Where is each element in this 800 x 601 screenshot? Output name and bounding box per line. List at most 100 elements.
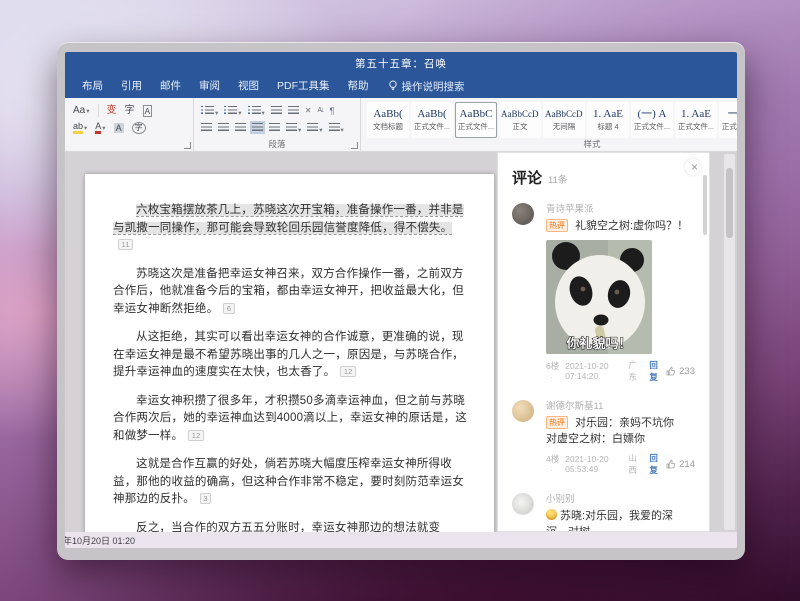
reply-button[interactable]: 回复 [649, 452, 662, 476]
avatar[interactable] [512, 493, 534, 515]
like-button[interactable]: 233 [666, 366, 695, 377]
comment-item: 小别别 苏晓:对乐园，我爱的深沉，对树， 老子管你多少负信誉度 11楼 2022… [498, 484, 709, 532]
smiley-emoji-icon [546, 509, 557, 520]
thumbs-up-icon [666, 366, 676, 376]
multilevel-list-icon[interactable] [247, 102, 266, 119]
avatar[interactable] [512, 203, 534, 225]
tab-view[interactable]: 视图 [229, 74, 268, 98]
style-card[interactable]: 1. AaE正式文件... [675, 102, 717, 138]
tab-help[interactable]: 帮助 [339, 74, 378, 98]
avatar[interactable] [512, 400, 534, 422]
ribbon: Aa 变 字 A ab A A 字 [65, 98, 737, 152]
commented-text: 六枚宝箱摆放茶几上，苏晓这次开宝箱，准备操作一番，并非是与凯撒一同操作，那可能会… [113, 204, 464, 234]
style-card-selected[interactable]: AaBbC正式文件... [455, 102, 497, 138]
window-scrollbar[interactable] [724, 154, 735, 530]
tab-layout[interactable]: 布局 [73, 74, 112, 98]
line-spacing-icon[interactable] [285, 119, 302, 136]
tell-me-search[interactable]: 操作说明搜索 [388, 79, 465, 94]
comment-count-badge[interactable]: 11 [118, 239, 133, 250]
sort-icon[interactable] [317, 106, 325, 115]
comment-item: 谢德尔斯基11 热评 对乐园：亲妈不坑你 对虚空之树：白嫖你 4楼 2021-1… [498, 391, 709, 484]
scrollbar-thumb[interactable] [726, 168, 733, 238]
phonetic-guide-icon[interactable]: 变 [105, 105, 119, 117]
hot-badge: 热评 [546, 219, 568, 232]
bullet-list-icon[interactable] [200, 102, 219, 119]
increase-indent-icon[interactable] [287, 105, 300, 116]
comment-text: 礼貌空之树:虚你吗？！ [575, 220, 688, 232]
tab-review[interactable]: 审阅 [190, 74, 229, 98]
comment-time: 2021-10-20 07:14:20 [565, 361, 624, 381]
justify-icon[interactable] [251, 122, 264, 133]
like-button[interactable]: 214 [666, 459, 695, 470]
borders-icon[interactable] [328, 119, 345, 136]
font-color-icon[interactable]: A [93, 120, 107, 135]
paragraph-dialog-launcher[interactable] [351, 142, 358, 149]
ribbon-tabs: 布局 引用 邮件 审阅 视图 PDF工具集 帮助 操作说明搜索 [65, 74, 737, 98]
comment-count-badge[interactable]: 12 [188, 430, 204, 441]
change-case-button[interactable]: Aa [71, 104, 92, 117]
comment-text: 苏晓:对乐园，我爱的深沉，对树， [546, 510, 673, 532]
text-highlight-icon[interactable]: ab [71, 120, 89, 135]
paragraph: 从这拒绝，其实可以看出幸运女神的合作诚意，更准确的说，现在幸运女神是最不希望苏晓… [113, 329, 468, 382]
reply-button[interactable]: 回复 [649, 359, 662, 383]
enclose-characters-icon[interactable]: 字 [130, 121, 148, 135]
tab-references[interactable]: 引用 [112, 74, 151, 98]
comment-floor: 4楼 [546, 453, 561, 475]
workspace: 六枚宝箱摆放茶几上，苏晓这次开宝箱，准备操作一番，并非是与凯撒一同操作，那可能会… [65, 152, 737, 532]
app-window: 第五十五章：召唤 布局 引用 邮件 审阅 视图 PDF工具集 帮助 [57, 42, 745, 560]
paragraph: 苏晓这次是准备把幸运女神召来，双方合作操作一番，之前双方合作后，他就准备今后的宝… [113, 266, 468, 319]
comment-username[interactable]: 青诗苹果派 [546, 201, 695, 215]
status-datetime: 年10月20日 01:20 [65, 534, 135, 547]
title-bar: 第五十五章：召唤 布局 引用 邮件 审阅 视图 PDF工具集 帮助 [65, 52, 737, 98]
comment-text: 对虚空之树：白嫖你 [546, 431, 695, 447]
comment-region: 山西 [629, 452, 642, 476]
style-card[interactable]: (一) A正式文件... [631, 102, 673, 138]
paragraph-group-label: 段落 [194, 138, 360, 150]
like-count: 214 [679, 459, 695, 470]
character-border-icon[interactable]: A [141, 104, 155, 118]
paragraph-group: 段落 [194, 98, 361, 151]
style-card[interactable]: 一、,正式文件... [719, 102, 737, 138]
comment-time: 2021-10-20 05:53:49 [565, 454, 624, 474]
comment-username[interactable]: 谢德尔斯基11 [546, 398, 695, 412]
style-card[interactable]: AaBbCcDc正文 [499, 102, 541, 138]
comment-count-badge[interactable]: 12 [340, 366, 356, 377]
paragraph: 六枚宝箱摆放茶几上，苏晓这次开宝箱，准备操作一番，并非是与凯撒一同操作，那可能会… [113, 202, 468, 255]
decrease-indent-icon[interactable] [270, 105, 283, 116]
comments-count: 11条 [548, 172, 567, 186]
style-card[interactable]: AaBbCcDc无间隔 [543, 102, 585, 138]
style-card[interactable]: AaBb(正式文件... [411, 102, 453, 138]
style-card[interactable]: AaBb(文档标题 [367, 102, 409, 138]
distribute-icon[interactable] [268, 122, 281, 133]
close-icon[interactable]: × [685, 159, 701, 175]
styles-group-label: 样式 [361, 138, 737, 150]
tell-me-label: 操作说明搜索 [402, 79, 465, 94]
paragraph: 幸运女神积攒了很多年，才积攒50多滴幸运神血，但之前与苏晓合作两次后，她的幸运神… [113, 393, 468, 446]
asian-layout-icon[interactable] [304, 105, 313, 116]
align-left-icon[interactable] [200, 122, 213, 133]
align-center-icon[interactable] [217, 122, 230, 133]
styles-group: AaBb(文档标题 AaBb(正式文件... AaBbC正式文件... AaBb… [361, 98, 737, 151]
align-right-icon[interactable] [234, 122, 247, 133]
tab-pdf-tools[interactable]: PDF工具集 [268, 74, 339, 98]
paragraph-mark-icon[interactable] [329, 105, 336, 117]
paragraph: 这就是合作互赢的好处，倘若苏晓大幅度压榨幸运女神所得收益，那他的收益的确高，但这… [113, 456, 468, 509]
comment-count-badge[interactable]: 3 [200, 493, 211, 504]
hot-badge: 热评 [546, 416, 568, 429]
tab-mailings[interactable]: 邮件 [151, 74, 190, 98]
lightbulb-icon [388, 80, 398, 92]
font-group: Aa 变 字 A ab A A 字 [65, 98, 194, 151]
shading-icon[interactable] [306, 119, 323, 136]
desktop-background: 第五十五章：召唤 布局 引用 邮件 审阅 视图 PDF工具集 帮助 [0, 0, 800, 601]
character-shading-icon[interactable]: A [112, 122, 126, 134]
comment-username[interactable]: 小别别 [546, 491, 695, 505]
meme-caption: 你礼貌吗！ [565, 336, 631, 351]
font-dialog-launcher[interactable] [184, 142, 191, 149]
comment-count-badge[interactable]: 6 [223, 303, 234, 314]
document-page[interactable]: 六枚宝箱摆放茶几上，苏晓这次开宝箱，准备操作一番，并非是与凯撒一同操作，那可能会… [85, 174, 494, 532]
comment-floor: 6楼 [546, 360, 561, 382]
style-card[interactable]: 1. AaE标题 4 [587, 102, 629, 138]
panda-meme-image[interactable]: 你礼貌吗！ [546, 240, 652, 354]
numbered-list-icon[interactable] [223, 102, 242, 119]
character-scale-icon[interactable]: 字 [123, 105, 137, 117]
